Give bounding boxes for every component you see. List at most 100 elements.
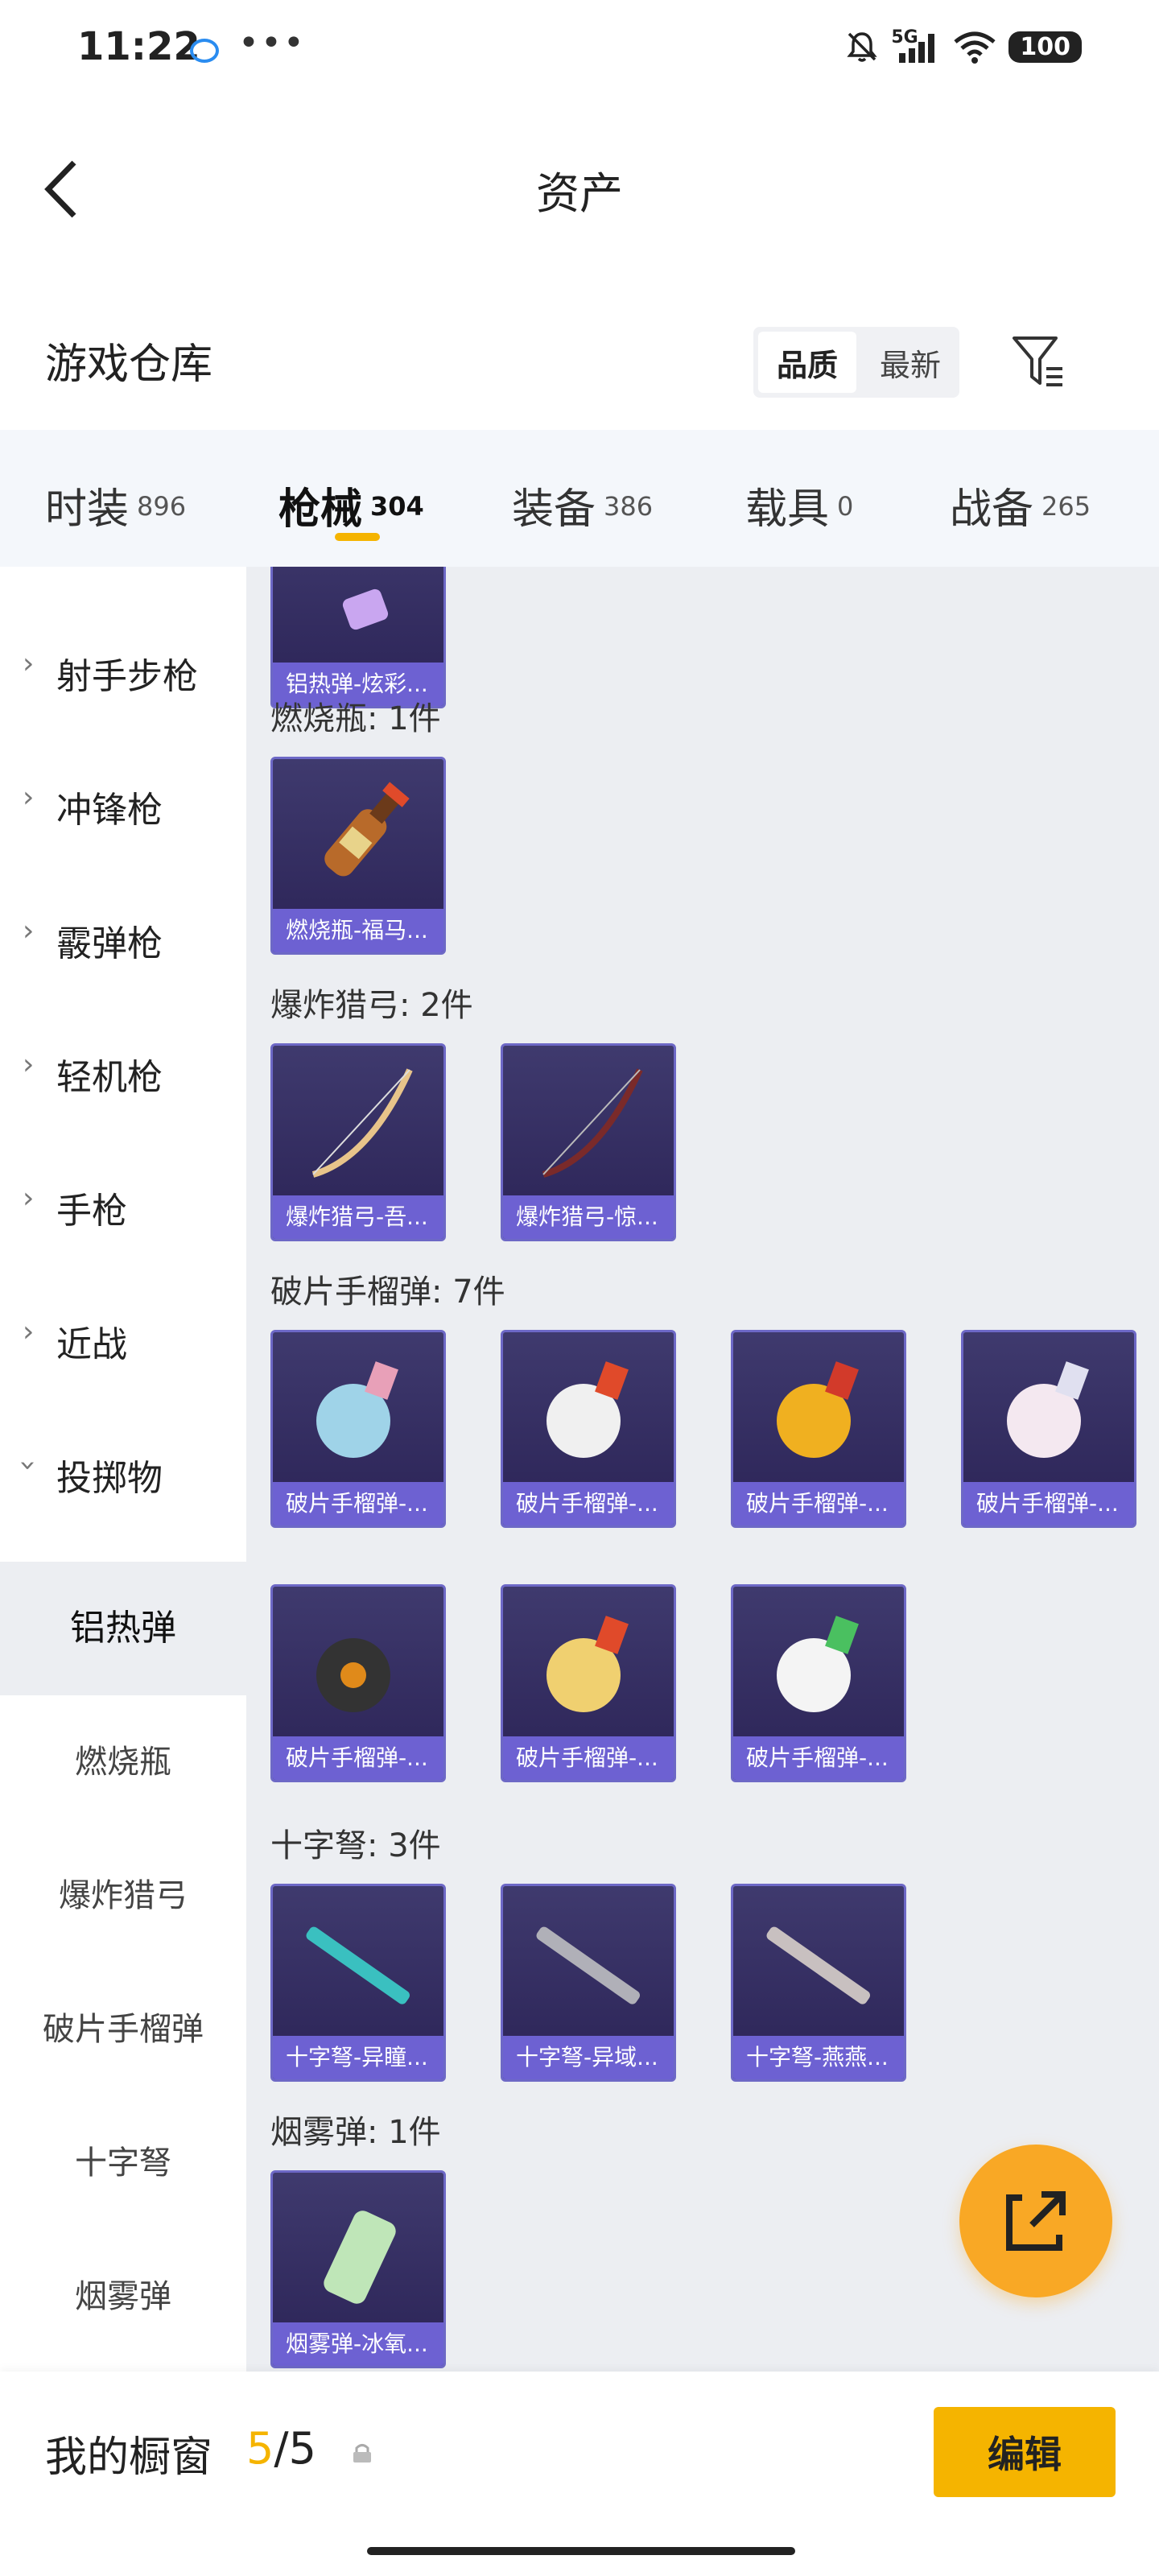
item-card[interactable]: 十字弩-燕燕... [731, 1884, 906, 2082]
group-header: 燃烧瓶: 1件 [270, 700, 441, 737]
sort-newest-button[interactable]: 最新 [861, 327, 959, 398]
sidebar-item-label: 投掷物 [56, 1458, 163, 1499]
tab-label: 战备 [950, 485, 1034, 534]
item-label: 破片手榴弹-... [963, 1482, 1134, 1525]
sidebar-item-smg[interactable]: › 冲锋枪 [0, 781, 246, 831]
crossbow-icon [306, 1926, 410, 2004]
status-icons: 5G 100 [844, 29, 1082, 64]
warehouse-title: 游戏仓库 [45, 341, 213, 389]
sidebar-item-throwables[interactable]: › 投掷物 [0, 1449, 246, 1499]
tab-firearms[interactable]: 枪械 304 [278, 475, 424, 535]
lock-icon [353, 2444, 371, 2462]
sidebar-subitem-frag-grenade[interactable]: 破片手榴弹 [0, 1963, 246, 2096]
sidebar-subitem-explosive-bow[interactable]: 爆炸猎弓 [0, 1829, 246, 1963]
chevron-right-icon: › [23, 1182, 35, 1215]
item-label: 破片手榴弹-... [733, 1482, 904, 1525]
frag-grenade-icon [1007, 1361, 1089, 1458]
chat-notification-icon [190, 39, 219, 63]
showcase-count-total: 5 [288, 2423, 316, 2474]
sidebar-item-label: 手枪 [56, 1191, 127, 1232]
external-link-icon [1006, 2191, 1066, 2251]
smoke-grenade-icon [324, 2211, 396, 2304]
sidebar-item-label: 霰弹枪 [56, 923, 163, 964]
more-notifications-icon: ••• [238, 23, 306, 64]
item-label: 破片手榴弹-... [733, 1736, 904, 1780]
item-card[interactable]: 破片手榴弹-... [270, 1330, 446, 1528]
chevron-right-icon: › [23, 1315, 35, 1348]
filter-icon[interactable] [1011, 333, 1066, 391]
bow-icon [542, 1068, 643, 1178]
edit-button[interactable]: 编辑 [934, 2407, 1116, 2497]
frag-grenade-icon [777, 1361, 859, 1458]
sidebar-item-label: 冲锋枪 [56, 790, 163, 831]
status-bar: 11:22 ••• 5G 100 [0, 0, 1159, 105]
battery-indicator: 100 [1008, 31, 1082, 63]
category-tabs: 时装 896 枪械 304 装备 386 载具 0 战备 265 [0, 430, 1159, 567]
item-label: 燃烧瓶-福马... [273, 909, 443, 952]
item-card[interactable]: 爆炸猎弓-吾... [270, 1043, 446, 1241]
tab-equipment[interactable]: 装备 386 [512, 475, 653, 535]
sidebar-item-lmg[interactable]: › 轻机枪 [0, 1048, 246, 1098]
group-header: 破片手榴弹: 7件 [270, 1274, 505, 1311]
item-card[interactable]: 破片手榴弹-... [501, 1330, 676, 1528]
item-label: 破片手榴弹-... [273, 1736, 443, 1780]
sidebar-item-pistol[interactable]: › 手枪 [0, 1182, 246, 1232]
bow-icon [311, 1068, 413, 1178]
sidebar-subitem-thermite[interactable]: 铝热弹 [0, 1562, 246, 1695]
frag-grenade-icon [547, 1616, 629, 1712]
tab-count: 896 [137, 491, 187, 522]
tab-count: 265 [1041, 491, 1091, 522]
sidebar-item-marksman-rifle[interactable]: › 射手步枪 [0, 647, 246, 697]
item-label: 爆炸猎弓-吾... [273, 1195, 443, 1239]
item-card[interactable]: 十字弩-异域... [501, 1884, 676, 2082]
group-header: 爆炸猎弓: 2件 [270, 987, 473, 1024]
item-label: 破片手榴弹-... [503, 1482, 674, 1525]
chevron-down-icon: › [11, 1459, 45, 1472]
status-time: 11:22 [77, 24, 200, 69]
wifi-icon [954, 31, 996, 64]
showcase-count: 5/5 [246, 2423, 316, 2474]
sidebar-item-label: 近战 [56, 1324, 127, 1365]
item-card[interactable]: 铝热弹-炫彩... [270, 567, 446, 708]
frag-grenade-icon [777, 1616, 859, 1712]
crossbow-icon [766, 1926, 870, 2004]
cellular-signal-icon: 5G [891, 29, 941, 64]
item-label: 烟雾弹-冰氧... [273, 2322, 443, 2366]
sidebar-item-melee[interactable]: › 近战 [0, 1315, 246, 1365]
sidebar-item-label: 轻机枪 [56, 1057, 163, 1098]
tab-label: 装备 [512, 485, 596, 534]
showcase-count-current: 5 [246, 2423, 274, 2474]
tab-count: 304 [370, 491, 424, 522]
tab-vehicles[interactable]: 载具 0 [745, 475, 853, 535]
sort-quality-button[interactable]: 品质 [758, 332, 856, 393]
home-indicator[interactable] [367, 2547, 795, 2555]
sidebar: › 射手步枪 › 冲锋枪 › 霰弹枪 › 轻机枪 › 手枪 › 近战 › 投掷物 铝热弹 燃烧… [0, 567, 246, 2372]
sidebar-subitem-crossbow[interactable]: 十字弩 [0, 2096, 246, 2230]
tab-fashion[interactable]: 时装 896 [45, 475, 186, 535]
item-card[interactable]: 破片手榴弹-... [270, 1584, 446, 1782]
frag-grenade-icon [547, 1361, 629, 1458]
item-card[interactable]: 十字弩-异瞳... [270, 1884, 446, 2082]
item-card[interactable]: 燃烧瓶-福马... [270, 757, 446, 955]
sidebar-subitem-smoke-grenade[interactable]: 烟雾弹 [0, 2230, 246, 2363]
item-card[interactable]: 破片手榴弹-... [731, 1584, 906, 1782]
tab-count: 0 [837, 491, 854, 522]
sidebar-subitem-molotov[interactable]: 燃烧瓶 [0, 1695, 246, 1829]
sidebar-item-shotgun[interactable]: › 霰弹枪 [0, 914, 246, 964]
item-card[interactable]: 破片手榴弹-... [961, 1330, 1136, 1528]
item-card[interactable]: 烟雾弹-冰氧... [270, 2170, 446, 2368]
item-card[interactable]: 破片手榴弹-... [731, 1330, 906, 1528]
tab-label: 枪械 [278, 485, 363, 534]
tab-label: 载具 [745, 485, 830, 534]
tab-combat-gear[interactable]: 战备 265 [950, 475, 1091, 535]
item-card[interactable]: 爆炸猎弓-惊... [501, 1043, 676, 1241]
showcase-title: 我的橱窗 [45, 2434, 213, 2482]
item-label: 爆炸猎弓-惊... [503, 1195, 674, 1239]
item-card[interactable]: 破片手榴弹-... [501, 1584, 676, 1782]
group-header: 烟雾弹: 1件 [270, 2114, 441, 2151]
chevron-right-icon: › [23, 647, 35, 680]
sort-toggle: 品质 最新 [753, 327, 959, 398]
active-tab-indicator [335, 533, 380, 541]
share-fab-button[interactable] [959, 2145, 1112, 2297]
item-label: 破片手榴弹-... [503, 1736, 674, 1780]
